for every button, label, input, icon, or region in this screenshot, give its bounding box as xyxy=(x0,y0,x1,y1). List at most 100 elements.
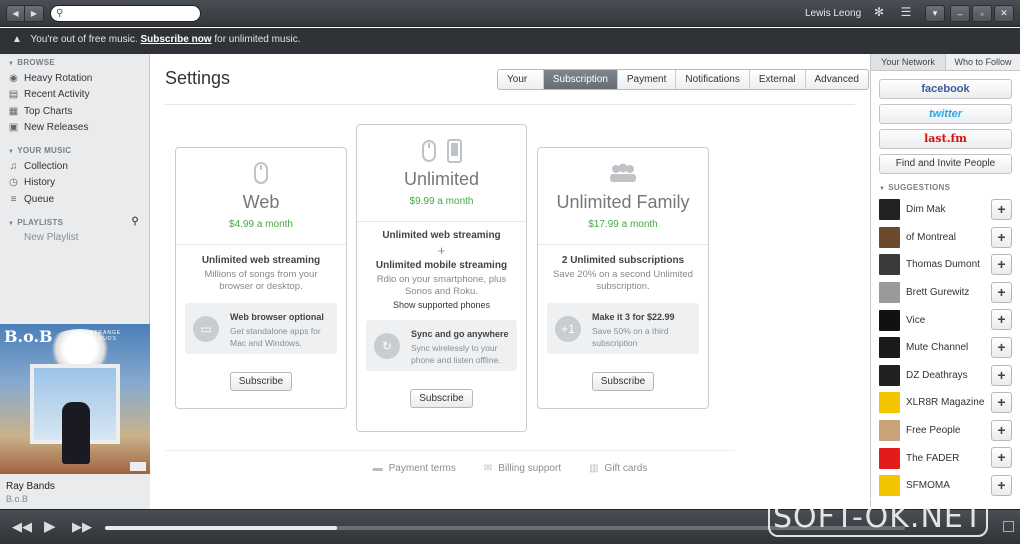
calendar-icon: ▣ xyxy=(8,122,19,134)
find-invite-button[interactable]: Find and Invite People xyxy=(879,154,1012,174)
subscribe-unlimited-button[interactable]: Subscribe xyxy=(410,389,473,408)
avatar[interactable] xyxy=(879,309,900,331)
follow-button[interactable]: + xyxy=(991,199,1012,220)
banner-text: You're out of free music. xyxy=(30,34,138,45)
follow-button[interactable]: + xyxy=(991,281,1012,303)
tab-your-network[interactable]: Your Network xyxy=(871,54,945,70)
follow-button[interactable]: + xyxy=(991,336,1012,358)
fullscreen-icon[interactable] xyxy=(1003,521,1014,532)
album-art[interactable]: B.o.B STRANGE CLOUDS xyxy=(0,324,150,474)
menu-dropdown-button[interactable]: ▾ xyxy=(925,5,945,22)
collection-icon: ♫ xyxy=(9,160,18,172)
suggestion-item[interactable]: Free People + xyxy=(871,417,1020,445)
your-music-section-title[interactable]: ▼ YOUR MUSIC xyxy=(0,142,149,158)
sidebar-item-collection[interactable]: ♫ Collection xyxy=(0,158,149,175)
avatar[interactable] xyxy=(879,226,900,248)
username[interactable]: Lewis Leong xyxy=(805,8,861,19)
sidebar-item-queue[interactable]: ≡ Queue xyxy=(0,191,149,208)
contacts-icon[interactable]: ☰ xyxy=(897,5,915,22)
tab-advanced[interactable]: Advanced xyxy=(804,70,868,89)
avatar[interactable] xyxy=(879,420,900,442)
minimize-button[interactable]: – xyxy=(950,5,970,22)
sidebar-item-new-releases[interactable]: ▣ New Releases xyxy=(0,120,149,137)
suggestion-name[interactable]: of Montreal xyxy=(906,232,956,243)
sidebar-item-recent-activity[interactable]: ▤ Recent Activity xyxy=(0,87,149,104)
subscribe-now-link[interactable]: Subscribe now xyxy=(140,34,211,45)
twitter-button[interactable]: twitter xyxy=(879,104,1012,124)
gift-cards-link[interactable]: ▥ Gift cards xyxy=(589,463,647,474)
advisory-label xyxy=(130,462,146,471)
suggestion-name[interactable]: The FADER xyxy=(906,453,959,464)
subscribe-family-button[interactable]: Subscribe xyxy=(591,372,655,391)
suggestion-item[interactable]: Thomas Dumont + xyxy=(871,251,1020,279)
follow-button[interactable]: + xyxy=(991,309,1012,331)
avatar[interactable] xyxy=(879,337,900,359)
follow-button[interactable]: + xyxy=(991,226,1012,248)
browse-section-title[interactable]: ▼ BROWSE xyxy=(0,54,149,70)
search-playlists-icon[interactable]: ⚲ xyxy=(131,216,139,227)
follow-button[interactable]: + xyxy=(991,474,1012,496)
suggestion-name[interactable]: Vice xyxy=(906,315,925,326)
suggestion-item[interactable]: The FADER + xyxy=(871,444,1020,472)
show-supported-phones-link[interactable]: Show supported phones xyxy=(357,300,526,310)
suggestion-name[interactable]: Mute Channel xyxy=(906,342,968,353)
follow-button[interactable]: + xyxy=(991,447,1012,469)
tab-your-info[interactable]: Your Info xyxy=(498,70,543,89)
suggestion-name[interactable]: Brett Gurewitz xyxy=(906,287,969,298)
new-playlist-link[interactable]: New Playlist xyxy=(0,230,149,247)
avatar[interactable] xyxy=(879,392,900,414)
follow-button[interactable]: + xyxy=(991,364,1012,386)
suggestion-name[interactable]: SFMOMA xyxy=(906,480,950,491)
avatar[interactable] xyxy=(879,475,900,497)
suggestion-item[interactable]: XLR8R Magazine + xyxy=(871,389,1020,417)
payment-terms-link[interactable]: ▬ Payment terms xyxy=(373,463,456,474)
sidebar-item-heavy-rotation[interactable]: ◉ Heavy Rotation xyxy=(0,70,149,87)
gear-icon[interactable]: ✻ xyxy=(870,5,888,22)
avatar[interactable] xyxy=(879,364,900,386)
track-artist[interactable]: B.o.B xyxy=(6,494,150,504)
suggestion-item[interactable]: SFMOMA + xyxy=(871,472,1020,500)
subscribe-web-button[interactable]: Subscribe xyxy=(229,372,293,391)
tab-subscription[interactable]: Subscription xyxy=(542,70,617,89)
facebook-button[interactable]: facebook xyxy=(879,79,1012,99)
playlists-section-title[interactable]: ▼ PLAYLISTS ⚲ xyxy=(0,214,149,230)
suggestion-name[interactable]: DZ Deathrays xyxy=(906,370,968,381)
gift-icon: ▥ xyxy=(589,463,599,474)
tab-payment[interactable]: Payment xyxy=(616,70,676,89)
close-button[interactable]: ✕ xyxy=(994,5,1014,22)
suggestion-name[interactable]: Free People xyxy=(906,425,960,436)
tab-who-to-follow[interactable]: Who to Follow xyxy=(945,54,1020,70)
avatar[interactable] xyxy=(879,199,900,221)
follow-button[interactable]: + xyxy=(991,392,1012,414)
suggestion-item[interactable]: DZ Deathrays + xyxy=(871,362,1020,390)
suggestion-item[interactable]: Brett Gurewitz + xyxy=(871,279,1020,307)
back-button[interactable]: ◀ xyxy=(6,5,25,22)
lastfm-button[interactable]: last.fm xyxy=(879,129,1012,149)
tab-notifications[interactable]: Notifications xyxy=(675,70,749,89)
follow-button[interactable]: + xyxy=(991,419,1012,441)
track-title[interactable]: Ray Bands xyxy=(6,481,150,492)
suggestion-item[interactable]: Mute Channel + xyxy=(871,334,1020,362)
suggestion-name[interactable]: Dim Mak xyxy=(906,204,945,215)
avatar[interactable] xyxy=(879,282,900,304)
avatar[interactable] xyxy=(879,447,900,469)
tab-external[interactable]: External xyxy=(748,70,805,89)
play-icon[interactable]: ▶ xyxy=(44,517,56,535)
album-title-art: STRANGE CLOUDS xyxy=(90,330,122,342)
suggestion-item[interactable]: of Montreal + xyxy=(871,224,1020,252)
suggestion-name[interactable]: XLR8R Magazine xyxy=(906,397,984,408)
search-input[interactable]: ⚲ xyxy=(50,5,201,22)
follow-button[interactable]: + xyxy=(991,254,1012,276)
suggestion-name[interactable]: Thomas Dumont xyxy=(906,259,980,270)
avatar[interactable] xyxy=(879,254,900,276)
sidebar-item-history[interactable]: ◷ History xyxy=(0,175,149,192)
previous-icon[interactable]: ◀◀ xyxy=(12,519,32,535)
sidebar-item-top-charts[interactable]: ▦ Top Charts xyxy=(0,103,149,120)
suggestion-item[interactable]: Dim Mak + xyxy=(871,196,1020,224)
billing-support-link[interactable]: ✉ Billing support xyxy=(484,463,561,474)
banner-suffix: for unlimited music. xyxy=(214,34,301,45)
suggestion-item[interactable]: Vice + xyxy=(871,306,1020,334)
maximize-button[interactable]: ▫ xyxy=(972,5,992,22)
next-icon[interactable]: ▶▶ xyxy=(72,519,92,535)
forward-button[interactable]: ▶ xyxy=(25,5,44,22)
